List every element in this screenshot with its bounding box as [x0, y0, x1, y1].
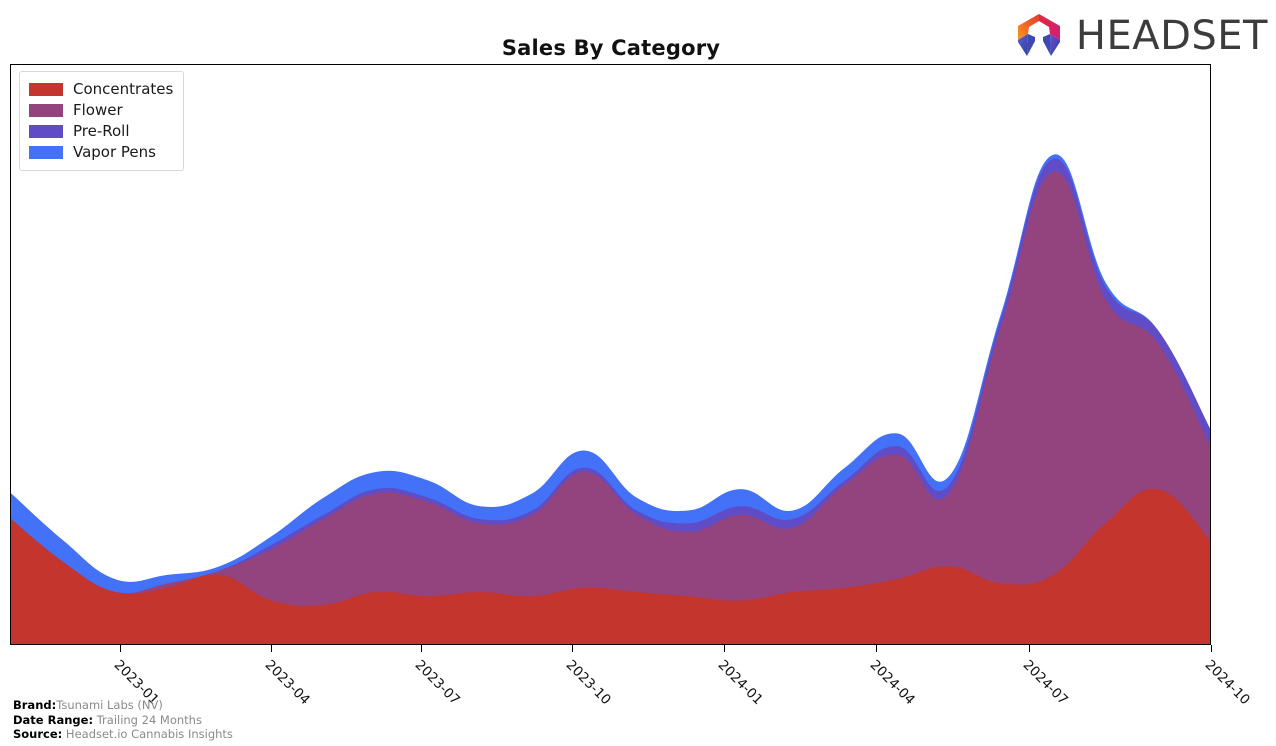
- legend-label-flower: Flower: [73, 101, 123, 119]
- meta-value-date-range: Trailing 24 Months: [96, 712, 202, 727]
- legend-item-pre-roll[interactable]: Pre-Roll: [29, 121, 173, 142]
- meta-value-brand: Tsunami Labs (NV): [56, 698, 163, 712]
- x-axis-tick-label: 2023-10: [562, 657, 614, 709]
- legend-item-vapor-pens[interactable]: Vapor Pens: [29, 142, 173, 163]
- legend-swatch-vapor-pens: [29, 146, 63, 159]
- x-axis-tick-label: 2024-10: [1201, 657, 1253, 709]
- brand-wordmark: HEADSET: [1075, 13, 1268, 59]
- legend-swatch-pre-roll: [29, 125, 63, 138]
- legend-label-pre-roll: Pre-Roll: [73, 122, 130, 140]
- x-axis-tick-label: 2024-07: [1019, 657, 1071, 709]
- legend-item-flower[interactable]: Flower: [29, 100, 173, 121]
- legend-label-concentrates: Concentrates: [73, 80, 174, 98]
- meta-row-source: Source: Headset.io Cannabis Insights: [13, 727, 233, 742]
- legend-swatch-concentrates: [29, 83, 63, 96]
- headset-brand-logo: HEADSET: [1008, 10, 1268, 62]
- x-axis-tick-label: 2023-07: [411, 657, 463, 709]
- meta-key-brand: Brand:: [13, 698, 57, 712]
- x-axis-tick-label: 2023-04: [261, 657, 313, 709]
- footer-metadata: Brand:Tsunami Labs (NV) Date Range: Trai…: [13, 698, 233, 742]
- stacked-area-chart: [11, 154, 1210, 644]
- legend-label-vapor-pens: Vapor Pens: [73, 143, 156, 161]
- meta-key-date-range: Date Range:: [13, 712, 94, 727]
- meta-value-source: Headset.io Cannabis Insights: [65, 727, 233, 741]
- meta-row-brand: Brand:Tsunami Labs (NV): [13, 698, 233, 713]
- meta-key-source: Source:: [13, 727, 63, 741]
- legend-swatch-flower: [29, 104, 63, 117]
- meta-row-date-range: Date Range: Trailing 24 Months: [13, 713, 233, 728]
- headset-hexagon-logo-icon: [1017, 14, 1060, 56]
- chart-legend: Concentrates Flower Pre-Roll Vapor Pens: [19, 71, 185, 171]
- legend-item-concentrates[interactable]: Concentrates: [29, 79, 173, 100]
- chart-plot-area: Concentrates Flower Pre-Roll Vapor Pens: [10, 64, 1211, 645]
- x-axis-tick-label: 2024-04: [866, 657, 918, 709]
- x-axis-tick-label: 2024-01: [714, 657, 766, 709]
